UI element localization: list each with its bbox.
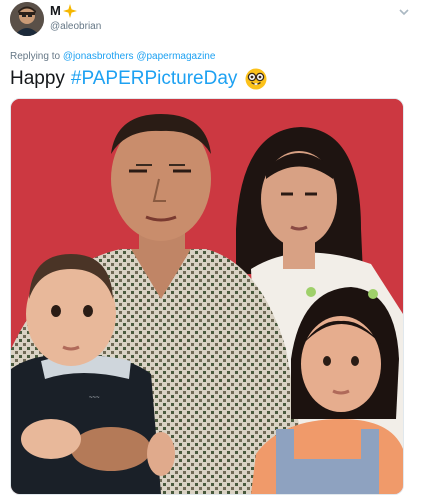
hashtag-link[interactable]: #PAPERPictureDay	[71, 66, 238, 92]
family-portrait-photo: ~~~	[11, 99, 403, 494]
replying-to-prefix: Replying to	[10, 51, 61, 62]
author-avatar[interactable]	[10, 2, 44, 36]
tweet-header: M @aleobrian	[10, 2, 410, 42]
chevron-down-icon[interactable]	[398, 6, 410, 18]
tweet-text: Happy #PAPERPictureDay	[10, 66, 267, 92]
author-display-name[interactable]: M	[50, 3, 61, 18]
author-display-name-row[interactable]: M	[50, 3, 77, 18]
tweet-text-word: Happy	[10, 68, 65, 89]
sparkles-icon	[62, 3, 77, 18]
nerd-face-emoji-icon	[245, 68, 267, 90]
tweet-photo[interactable]: ~~~	[10, 98, 404, 495]
replying-to-line: Replying to @jonasbrothers @papermagazin…	[10, 51, 215, 62]
author-handle[interactable]: @aleobrian	[50, 21, 101, 32]
mention-link[interactable]: @papermagazine	[136, 51, 215, 62]
mention-link[interactable]: @jonasbrothers	[63, 51, 134, 62]
avatar-image	[10, 2, 44, 36]
svg-text:~~~: ~~~	[89, 395, 100, 401]
